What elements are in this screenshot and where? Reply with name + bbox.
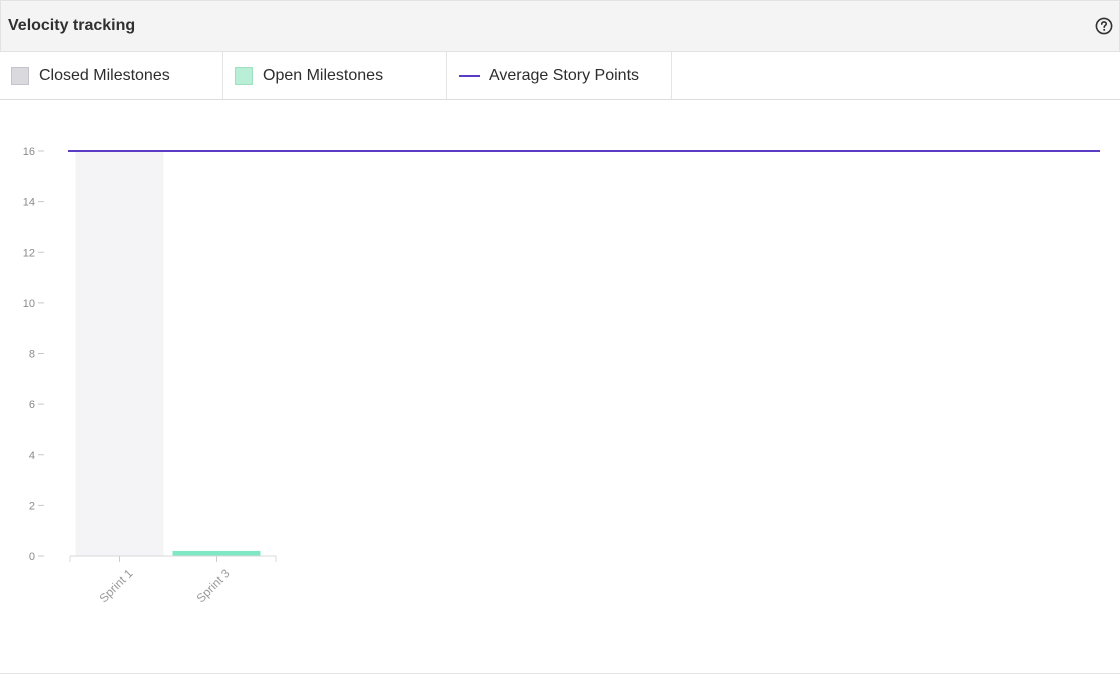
y-tick-label: 10 [23, 298, 35, 310]
legend-label: Average Story Points [489, 66, 640, 84]
velocity-chart: 0 2 4 6 8 10 12 14 16 Sprint 1 Sprint 3 [23, 146, 1100, 605]
panel-title: Velocity tracking [8, 17, 136, 34]
bar [75, 151, 164, 556]
legend-closed-milestones[interactable]: Closed Milestones [0, 52, 223, 99]
bar [172, 550, 261, 556]
y-tick-label: 4 [29, 450, 35, 462]
legend-label: Closed Milestones [39, 66, 170, 84]
open-milestones-swatch [235, 66, 253, 85]
y-tick-label: 12 [23, 247, 35, 259]
footer-divider [0, 673, 1120, 674]
x-tick-label: Sprint 1 [96, 566, 135, 605]
y-tick-label: 16 [23, 146, 35, 158]
closed-milestones-swatch [11, 66, 29, 85]
legend-open-milestones[interactable]: Open Milestones [223, 52, 447, 99]
x-tick-label: Sprint 3 [193, 566, 232, 605]
chart-legend: Closed Milestones Open Milestones Averag… [0, 52, 1120, 100]
legend-average-story-points[interactable]: Average Story Points [447, 52, 672, 99]
average-story-points-swatch [459, 74, 480, 77]
y-tick-label: 2 [29, 500, 35, 512]
y-tick-label: 6 [29, 399, 35, 411]
y-tick-label: 14 [23, 197, 35, 209]
panel-header: Velocity tracking [0, 0, 1120, 52]
y-tick-label: 8 [29, 349, 35, 361]
y-tick-label: 0 [29, 551, 35, 563]
help-icon[interactable] [1095, 17, 1113, 35]
legend-label: Open Milestones [263, 66, 384, 84]
velocity-panel: Velocity tracking Closed Milestones Open… [0, 0, 1120, 678]
